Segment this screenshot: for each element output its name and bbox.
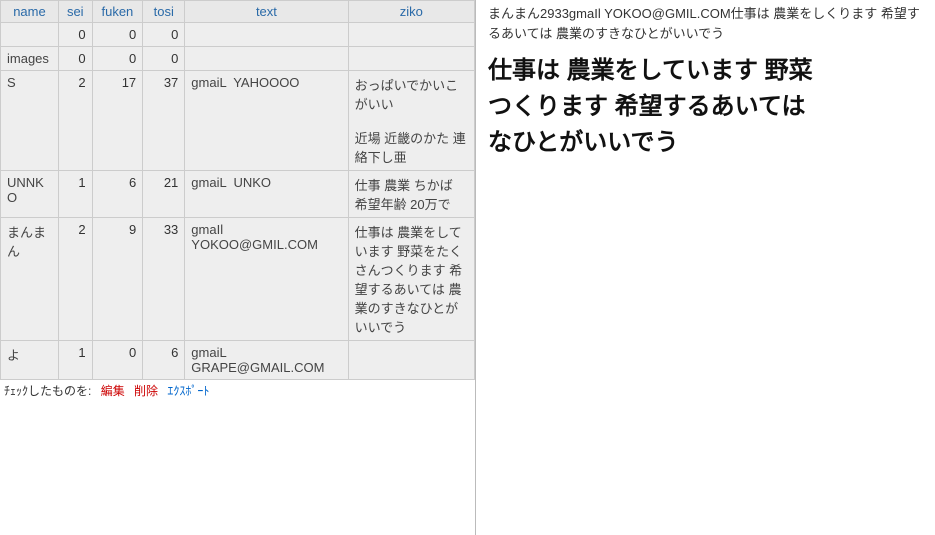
cell-name: S xyxy=(1,71,59,171)
cell-tosi: 0 xyxy=(143,47,185,71)
detail-headline-2: つくります 希望するあいては xyxy=(488,89,927,125)
cell-tosi: 33 xyxy=(143,218,185,341)
cell-tosi: 6 xyxy=(143,341,185,380)
cell-fuken: 0 xyxy=(92,23,143,47)
col-header-name[interactable]: name xyxy=(13,4,46,19)
table-row[interactable]: よ106gmaiL GRAPE@GMAIL.COM xyxy=(1,341,475,380)
cell-ziko xyxy=(348,341,474,380)
cell-fuken: 9 xyxy=(92,218,143,341)
cell-tosi: 37 xyxy=(143,71,185,171)
table-row[interactable]: S21737gmaiL YAHOOOOおっぱいでかいこがいい 近場 近畿のかた … xyxy=(1,71,475,171)
cell-name: よ xyxy=(1,341,59,380)
cell-sei: 1 xyxy=(58,341,92,380)
col-header-text[interactable]: text xyxy=(256,4,277,19)
cell-ziko xyxy=(348,23,474,47)
cell-fuken: 17 xyxy=(92,71,143,171)
cell-sei: 0 xyxy=(58,47,92,71)
cell-text: gmaIl YOKOO@GMIL.COM xyxy=(185,218,348,341)
table-row[interactable]: 000 xyxy=(1,23,475,47)
detail-intro: まんまん2933gmaIl YOKOO@GMIL.COM仕事は 農業をしくります… xyxy=(488,4,927,43)
cell-text: gmaiL UNKO xyxy=(185,171,348,218)
cell-sei: 2 xyxy=(58,71,92,171)
detail-headline-3: なひとがいいでう xyxy=(488,125,927,161)
table-row[interactable]: まんまん2933gmaIl YOKOO@GMIL.COM仕事は 農業をしています… xyxy=(1,218,475,341)
cell-text: gmaiL YAHOOOO xyxy=(185,71,348,171)
cell-fuken: 0 xyxy=(92,341,143,380)
cell-text xyxy=(185,23,348,47)
edit-link[interactable]: 編集 xyxy=(101,384,125,398)
cell-name xyxy=(1,23,59,47)
table-row[interactable]: UNNKO1621gmaiL UNKO仕事 農業 ちかば 希望年齢 20万で xyxy=(1,171,475,218)
table-row[interactable]: images000 xyxy=(1,47,475,71)
export-link[interactable]: ｴｸｽﾎﾟｰﾄ xyxy=(167,384,209,398)
cell-name: images xyxy=(1,47,59,71)
cell-fuken: 0 xyxy=(92,47,143,71)
data-table: name sei fuken tosi text ziko 000images0… xyxy=(0,0,475,380)
cell-text: gmaiL GRAPE@GMAIL.COM xyxy=(185,341,348,380)
footer-label: ﾁｪｯｸしたものを: xyxy=(4,384,91,398)
col-header-fuken[interactable]: fuken xyxy=(101,4,133,19)
cell-ziko xyxy=(348,47,474,71)
cell-name: まんまん xyxy=(1,218,59,341)
cell-sei: 1 xyxy=(58,171,92,218)
cell-sei: 0 xyxy=(58,23,92,47)
table-footer-actions: ﾁｪｯｸしたものを: 編集 削除 ｴｸｽﾎﾟｰﾄ xyxy=(0,380,475,401)
delete-link[interactable]: 削除 xyxy=(134,384,158,398)
cell-ziko: 仕事は 農業をしています 野菜をたくさんつくります 希望するあいては 農業のすき… xyxy=(348,218,474,341)
cell-text xyxy=(185,47,348,71)
detail-headline-1: 仕事は 農業をしています 野菜 xyxy=(488,53,927,89)
table-header-row: name sei fuken tosi text ziko xyxy=(1,1,475,23)
cell-tosi: 0 xyxy=(143,23,185,47)
col-header-tosi[interactable]: tosi xyxy=(154,4,174,19)
cell-sei: 2 xyxy=(58,218,92,341)
cell-ziko: おっぱいでかいこがいい 近場 近畿のかた 連絡下し亜 xyxy=(348,71,474,171)
col-header-sei[interactable]: sei xyxy=(67,4,84,19)
col-header-ziko[interactable]: ziko xyxy=(400,4,423,19)
cell-name: UNNKO xyxy=(1,171,59,218)
cell-tosi: 21 xyxy=(143,171,185,218)
cell-ziko: 仕事 農業 ちかば 希望年齢 20万で xyxy=(348,171,474,218)
cell-fuken: 6 xyxy=(92,171,143,218)
